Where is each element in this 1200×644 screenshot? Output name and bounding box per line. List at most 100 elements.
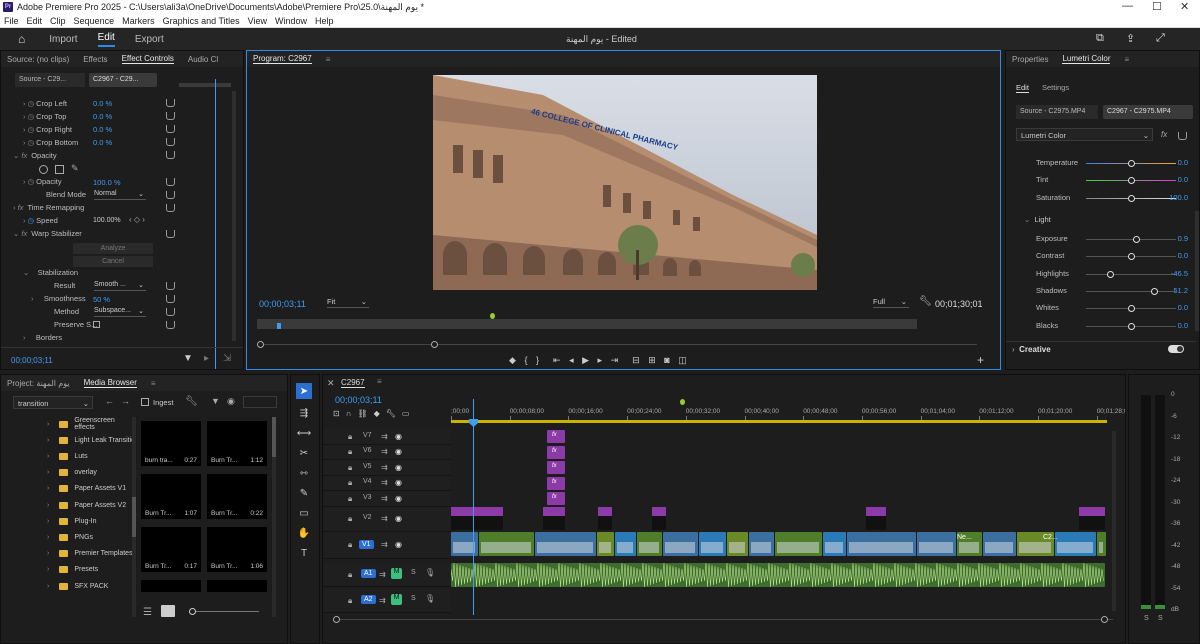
lock-icon[interactable]: 🔒︎ bbox=[348, 432, 352, 442]
shadows-value[interactable]: 51.2 bbox=[1173, 286, 1188, 295]
rectangle-mask-icon[interactable] bbox=[55, 165, 64, 174]
compare-icon[interactable]: ◫ bbox=[678, 355, 690, 365]
reset-icon[interactable] bbox=[1178, 132, 1187, 140]
thumbnail-size-handle[interactable] bbox=[189, 608, 196, 615]
video-frame[interactable]: 46 COLLEGE OF CLINICAL PHARMACY bbox=[433, 75, 817, 290]
nest-icon[interactable]: ⊡ bbox=[333, 409, 346, 418]
mark-out-icon[interactable]: } bbox=[536, 355, 542, 365]
eye-icon[interactable]: ◉ bbox=[395, 478, 402, 487]
lock-icon[interactable]: 🔒︎ bbox=[348, 447, 352, 457]
quick-export-icon[interactable]: ⇪ bbox=[1126, 32, 1135, 45]
folder-item[interactable]: › PNGs bbox=[1, 530, 93, 544]
view-icon[interactable]: ◉ bbox=[227, 396, 235, 407]
reset-icon[interactable] bbox=[166, 191, 175, 199]
thumbs-scrollbar[interactable] bbox=[272, 417, 276, 617]
quality-dropdown[interactable]: Full ⌄ bbox=[873, 297, 909, 308]
maximize-button[interactable]: ☐ bbox=[1152, 0, 1162, 13]
pen-mask-icon[interactable]: ✎ bbox=[71, 163, 79, 174]
tab-effects[interactable]: Effects bbox=[83, 55, 107, 64]
captions-icon[interactable]: ▭ bbox=[402, 409, 416, 418]
camera-icon[interactable]: ◙ bbox=[664, 355, 672, 365]
ellipse-mask-icon[interactable] bbox=[39, 165, 48, 174]
media-thumbnail[interactable]: Burn Tr... 0:17 bbox=[141, 527, 201, 572]
close-button[interactable]: ✕ bbox=[1180, 0, 1189, 13]
work-area-bar[interactable] bbox=[451, 420, 1107, 423]
list-view-icon[interactable]: ☰ bbox=[143, 607, 152, 618]
meter-solo-right[interactable]: S bbox=[1158, 615, 1163, 622]
fx-bypass-icon[interactable]: fx bbox=[1161, 130, 1167, 139]
eye-icon[interactable]: ◉ bbox=[395, 514, 402, 523]
step-forward-icon[interactable]: ▸ bbox=[598, 355, 606, 365]
source-clip-selector[interactable]: Source - C29... bbox=[15, 73, 85, 87]
sync-lock-icon[interactable]: ⇉ bbox=[381, 540, 388, 549]
home-icon[interactable]: ⌂ bbox=[18, 32, 25, 46]
tab-effect-controls[interactable]: Effect Controls bbox=[121, 54, 174, 64]
lock-icon[interactable]: 🔒︎ bbox=[348, 570, 352, 580]
sync-lock-icon[interactable]: ⇉ bbox=[381, 514, 388, 523]
temperature-slider-handle[interactable] bbox=[1128, 160, 1135, 167]
folder-item[interactable]: › Paper Assets V1 bbox=[1, 482, 126, 496]
lumetri-seq-selector[interactable]: C2967 - C2975.MP4 bbox=[1103, 105, 1193, 119]
voiceover-mic-icon[interactable]: 🎙︎ bbox=[425, 568, 435, 577]
reset-icon[interactable] bbox=[166, 321, 175, 329]
analyze-button[interactable]: Analyze bbox=[73, 243, 153, 254]
solo-button[interactable]: S bbox=[411, 569, 416, 576]
lumetri-tab-settings[interactable]: Settings bbox=[1042, 83, 1069, 92]
reset-icon[interactable] bbox=[166, 230, 175, 238]
lumetri-scrollbar[interactable] bbox=[1195, 211, 1199, 331]
blacks-value[interactable]: 0.0 bbox=[1178, 321, 1188, 330]
program-scrubber[interactable] bbox=[257, 319, 917, 329]
speed-value[interactable]: 100.00% bbox=[93, 217, 121, 224]
folder-item[interactable]: › Greenscreen effects bbox=[1, 417, 137, 431]
add-button-icon[interactable]: + bbox=[977, 353, 984, 367]
keyframe-nav-icon[interactable]: ‹ ◇ › bbox=[129, 215, 145, 224]
ec-scrollbar[interactable] bbox=[232, 91, 236, 341]
eye-icon[interactable]: ◉ bbox=[395, 494, 402, 503]
zoom-handle-left[interactable] bbox=[257, 341, 264, 348]
shadows-slider[interactable] bbox=[1086, 290, 1176, 292]
sequence-marker[interactable] bbox=[680, 399, 685, 405]
menu-window[interactable]: Window bbox=[275, 16, 307, 26]
linked-selection-icon[interactable]: ⛓︎ bbox=[357, 409, 373, 418]
play-icon[interactable]: ▶ bbox=[582, 355, 592, 365]
lumetri-effect-dropdown[interactable]: Lumetri Color ⌄ bbox=[1016, 128, 1153, 141]
folder-item[interactable]: › overlay bbox=[1, 466, 97, 480]
panel-menu-icon[interactable]: ≡ bbox=[377, 377, 382, 386]
panel-menu-icon[interactable]: ≡ bbox=[151, 379, 156, 388]
lock-icon[interactable]: 🔒︎ bbox=[348, 494, 352, 504]
timeline-settings-icon[interactable]: 🔧︎ bbox=[386, 409, 402, 418]
crop-top-value[interactable]: 0.0 % bbox=[93, 112, 112, 121]
search-input[interactable] bbox=[243, 396, 277, 408]
media-thumbnail[interactable]: burn tra... 0:27 bbox=[141, 421, 201, 466]
export-frame-icon[interactable]: ⇲ bbox=[223, 353, 231, 364]
mark-in-icon[interactable]: { bbox=[524, 355, 530, 365]
timeline-timecode[interactable]: 00;00;03;11 bbox=[335, 395, 382, 405]
step-back-icon[interactable]: ◂ bbox=[569, 355, 577, 365]
saturation-value[interactable]: 100.0 bbox=[1169, 193, 1188, 202]
program-timecode[interactable]: 00;00;03;11 bbox=[259, 299, 306, 309]
slip-tool-icon[interactable]: ⇿ bbox=[296, 465, 312, 481]
lumetri-tab-edit[interactable]: Edit bbox=[1016, 83, 1029, 93]
folder-item[interactable]: › Luts bbox=[1, 449, 88, 463]
sequence-clip-selector[interactable]: C2967 - C29... bbox=[89, 73, 157, 87]
media-thumbnail[interactable]: Burn Tr... 1:12 bbox=[207, 421, 267, 466]
menu-file[interactable]: File bbox=[4, 16, 19, 26]
track-label[interactable]: V5 bbox=[363, 463, 372, 470]
menu-sequence[interactable]: Sequence bbox=[74, 16, 115, 26]
sync-lock-icon[interactable]: ⇉ bbox=[381, 463, 388, 472]
folder-scrollbar[interactable] bbox=[132, 417, 136, 617]
sync-lock-icon[interactable]: ⇉ bbox=[379, 570, 386, 579]
add-marker-icon[interactable]: ◆ bbox=[374, 409, 386, 418]
menu-help[interactable]: Help bbox=[315, 16, 334, 26]
cancel-analyze-button[interactable]: Cancel bbox=[73, 256, 153, 267]
tab-audio-clip-mixer[interactable]: Audio Cl bbox=[188, 55, 218, 64]
extract-icon[interactable]: ⊞ bbox=[648, 355, 659, 365]
tab-edit[interactable]: Edit bbox=[97, 32, 115, 47]
tab-properties[interactable]: Properties bbox=[1012, 55, 1048, 64]
exposure-value[interactable]: 0.9 bbox=[1178, 234, 1188, 243]
wrench-icon[interactable]: 🔧︎ bbox=[919, 296, 932, 307]
workspace-icon[interactable]: ⧉ bbox=[1096, 32, 1104, 45]
menu-graphics[interactable]: Graphics and Titles bbox=[163, 16, 240, 26]
reset-icon[interactable] bbox=[166, 295, 175, 303]
sync-lock-icon[interactable]: ⇉ bbox=[381, 478, 388, 487]
